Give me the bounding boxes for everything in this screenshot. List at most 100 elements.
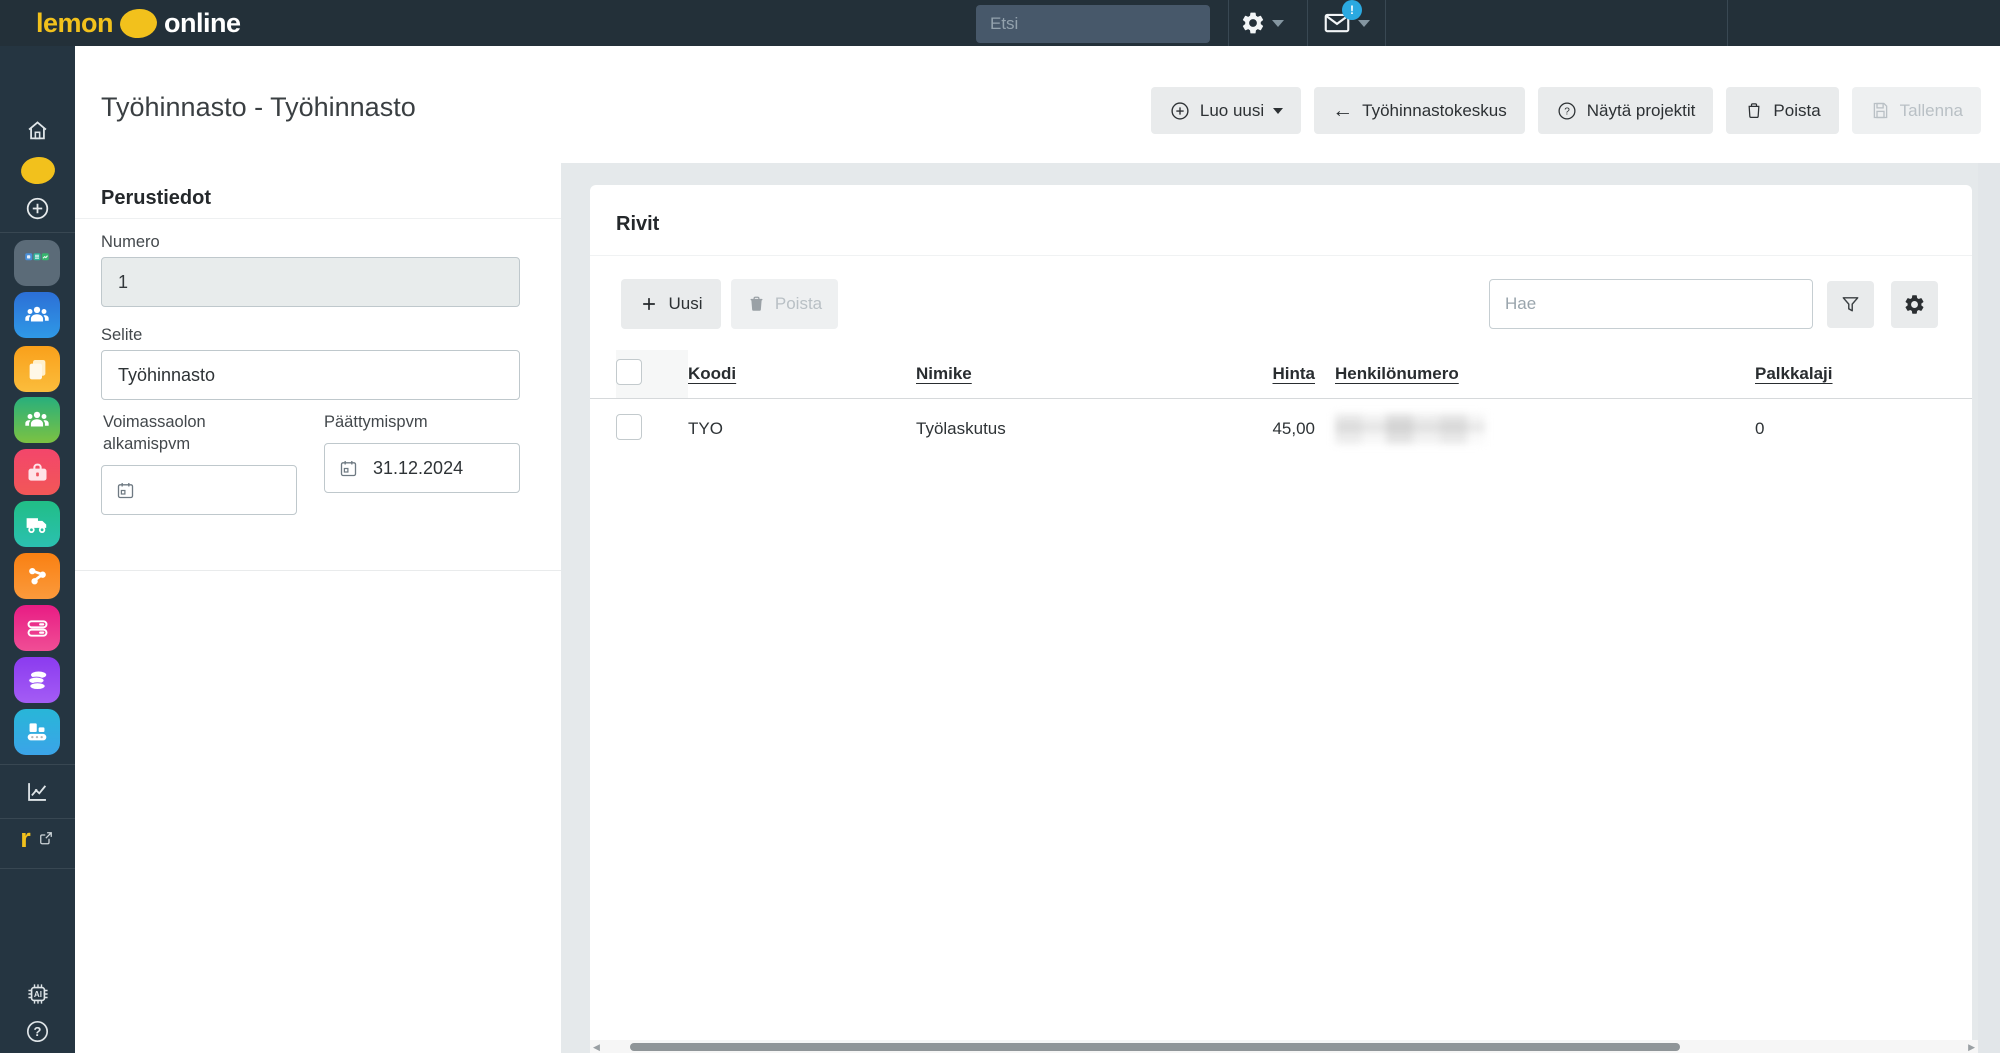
help-circle-icon: ? [24,1018,51,1045]
home-icon [24,117,51,144]
app-tile-people-green[interactable] [14,397,60,443]
selite-input[interactable] [101,350,520,400]
alkamispvm-datepicker[interactable] [101,465,297,515]
notification-badge: ! [1342,0,1362,20]
rivit-card: Rivit Uusi Poista KoodiNimikeHinta Henkil… [590,185,1972,1053]
save-label: Tallenna [1900,101,1963,121]
save-icon [1870,100,1891,121]
calendar-icon [115,480,136,501]
gear-icon [1240,10,1266,36]
app-tile-people-blue[interactable] [14,292,60,338]
header-actions: Luo uusi ← Työhinnastokeskus ? Näytä pro… [1151,87,1981,134]
sidebar-item-r-external[interactable]: r [0,828,75,848]
scroll-left-arrow[interactable]: ◀ [593,1042,600,1053]
delete-row-button[interactable]: Poista [731,279,838,329]
rivit-heading: Rivit [616,213,659,236]
show-projects-button[interactable]: ? Näytä projektit [1538,87,1714,134]
ai-chip-icon: AI [24,980,52,1008]
sidebar-divider [0,818,75,819]
back-to-center-button[interactable]: ← Työhinnastokeskus [1314,87,1525,134]
sidebar-divider [0,764,75,765]
sidebar-item-analytics[interactable] [0,778,75,805]
show-projects-label: Näytä projektit [1587,101,1696,121]
lemon-icon [119,7,159,40]
paattymispvm-input[interactable] [373,458,493,479]
app-tile-truck-teal[interactable] [14,501,60,547]
table-header-row: KoodiNimikeHinta HenkilönumeroPalkkalaji [590,350,1972,398]
column-header-koodi[interactable]: Koodi [688,364,916,384]
people-icon [23,406,51,434]
topbar: lemon online ! [0,0,2000,46]
redacted-value [1335,414,1485,444]
app-tile-conveyor-cyan[interactable] [14,709,60,755]
line-chart-icon [24,778,51,805]
checkbox-cell [616,414,688,445]
horizontal-scrollbar-thumb[interactable] [630,1043,1680,1051]
numero-label: Numero [101,231,160,253]
sidebar-item-help[interactable]: ? [0,1018,75,1045]
servers-icon [24,615,51,642]
delete-label: Poista [1773,101,1820,121]
column-header-henkilonumero[interactable]: Henkilönumero [1335,364,1755,384]
app-tile-servers-pink[interactable] [14,605,60,651]
paattymispvm-datepicker[interactable] [324,443,520,493]
column-header-nimike[interactable]: Nimike [916,364,1236,384]
horizontal-scrollbar[interactable]: ◀ ▶ [590,1040,1978,1053]
save-button[interactable]: Tallenna [1852,87,1981,134]
settings-menu[interactable] [1240,0,1284,46]
checkbox-cell [616,359,688,390]
topbar-divider [1228,0,1229,46]
scroll-right-arrow[interactable]: ▶ [1968,1042,1975,1053]
sidebar-item-home[interactable] [0,117,75,144]
divider [75,570,561,571]
topbar-divider [1727,0,1728,46]
delete-button[interactable]: Poista [1726,87,1838,134]
row-checkbox[interactable] [616,414,642,440]
docs-icon [24,356,51,383]
sidebar: r AI ? » [0,46,75,1053]
app-tile-documents-orange[interactable] [14,346,60,392]
lemon-online-logo[interactable]: lemon online [36,0,241,46]
sidebar-item-ai-assistant[interactable]: AI [0,980,75,1008]
arrow-left-icon: ← [1332,100,1353,121]
chevron-down-icon [1358,20,1370,27]
app-tile-coins-purple[interactable] [14,657,60,703]
app-tile-share-orange[interactable] [14,553,60,599]
create-new-button[interactable]: Luo uusi [1151,87,1301,134]
table-settings-button[interactable] [1891,281,1938,328]
selite-label: Selite [101,324,142,346]
app-group-icon [22,248,52,278]
cell-henkilonumero [1335,414,1755,444]
page-title: Työhinnasto - Työhinnasto [101,92,416,123]
add-row-label: Uusi [668,294,702,314]
rows-search-input[interactable] [1489,279,1813,329]
paattymispvm-label: Päättymispvm [324,411,428,433]
column-header-palkkalaji[interactable]: Palkkalaji [1755,364,1905,384]
app-tile-group-overview[interactable] [14,240,60,286]
numero-input[interactable] [101,257,520,307]
r-logo: r [20,828,31,848]
topbar-divider [1307,0,1308,46]
global-search-input[interactable] [976,5,1210,43]
external-link-icon [37,829,55,847]
logo-text-lemon: lemon [36,8,113,39]
messages-menu[interactable]: ! [1322,0,1370,46]
plus-icon [639,294,659,314]
column-header-hinta[interactable]: Hinta [1236,364,1315,384]
divider [75,218,561,219]
select-all-checkbox[interactable] [616,359,642,385]
question-circle-icon: ? [1556,100,1578,122]
sidebar-item-add[interactable] [0,195,75,222]
sidebar-item-lemon[interactable] [0,157,75,184]
add-row-button[interactable]: Uusi [621,279,721,329]
table-row[interactable]: TYOTyölaskutus45,000 [590,399,1972,459]
cell-nimike: Työlaskutus [916,419,1236,439]
filter-button[interactable] [1827,281,1874,328]
alkamispvm-input[interactable] [150,480,270,501]
logo-text-online: online [164,8,241,39]
topbar-divider [1385,0,1386,46]
app-tile-briefcase-red[interactable] [14,449,60,495]
center-label: Työhinnastokeskus [1362,101,1507,121]
vertical-scrollbar-track[interactable] [1978,163,2000,1053]
chevron-down-icon [1272,20,1284,27]
